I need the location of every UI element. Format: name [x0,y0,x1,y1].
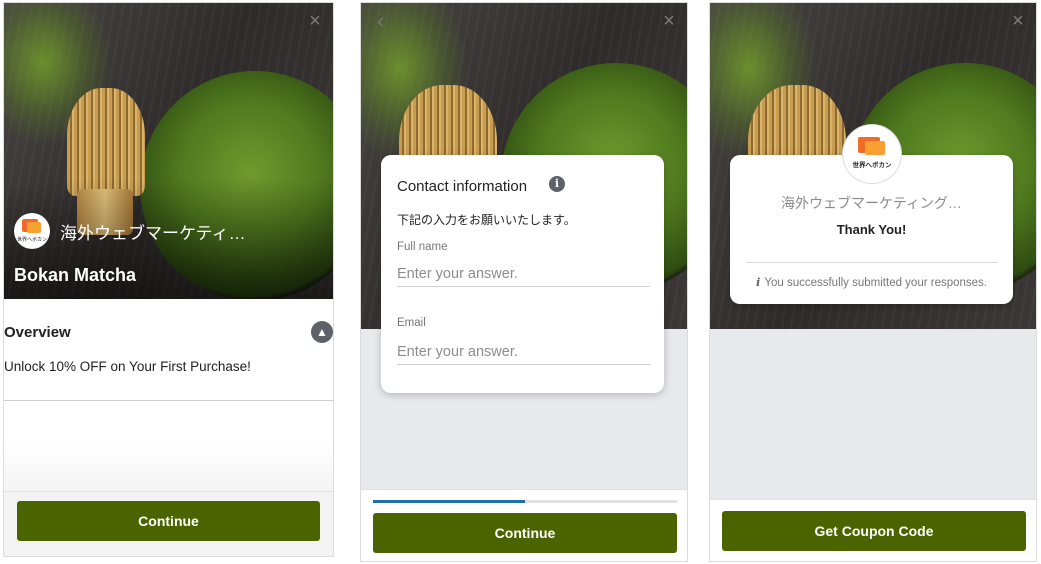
email-input[interactable] [397,339,650,365]
email-label: Email [397,317,426,329]
back-icon[interactable]: ‹ [377,10,391,32]
thank-you-title: Thank You! [836,222,907,237]
contact-form-screen: ‹ × Contact information i 下記の入力をお願いいたします… [360,2,688,562]
full-name-input[interactable] [397,261,650,287]
brand-name: 海外ウェブマーケティ… [60,223,246,243]
product-name: Bokan Matcha [14,265,137,285]
logo-text: 世界へボカン [16,237,47,243]
brand-name: 海外ウェブマーケティング… [781,195,962,211]
thank-you-screen: × 海外ウェブマーケティング… Thank You! i You successf… [709,2,1037,562]
info-icon[interactable]: i [549,176,565,192]
card-subtitle: 下記の入力をお願いいたします。 [397,213,576,227]
continue-button[interactable]: Continue [373,513,677,553]
info-icon: i [755,275,761,289]
progress-fill [373,500,525,503]
card-title: Contact information [397,178,528,195]
continue-button[interactable]: Continue [17,501,320,541]
overview-title: Overview [4,324,71,341]
brand-logo-icon: 世界へボカン [14,213,50,249]
logo-text: 世界へボカン [852,162,892,169]
brand-logo-icon: 世界へボカン [843,125,901,183]
contact-form-card: Contact information i 下記の入力をお願いいたします。 Fu… [381,155,664,393]
overview-text: Unlock 10% OFF on Your First Purchase! [4,359,251,374]
close-icon[interactable]: × [1010,11,1026,31]
close-icon[interactable]: × [307,11,323,31]
close-icon[interactable]: × [661,11,677,31]
get-coupon-code-button[interactable]: Get Coupon Code [722,511,1026,551]
matcha-hero-image: × 世界へボカン 海外ウェブマーケティ… Bokan Matcha [4,3,333,299]
success-message-row: i You successfully submitted your respons… [730,275,1013,289]
success-message: You successfully submitted your response… [764,277,988,289]
divider [4,400,333,401]
brand-row: 世界へボカン 海外ウェブマーケティ… [14,213,246,249]
progress-bar [373,500,677,503]
chevron-up-icon[interactable]: ▲ [311,321,333,343]
full-name-label: Full name [397,241,448,253]
divider [746,262,997,263]
overview-screen: × 世界へボカン 海外ウェブマーケティ… Bokan Matcha Overvi… [3,2,334,557]
